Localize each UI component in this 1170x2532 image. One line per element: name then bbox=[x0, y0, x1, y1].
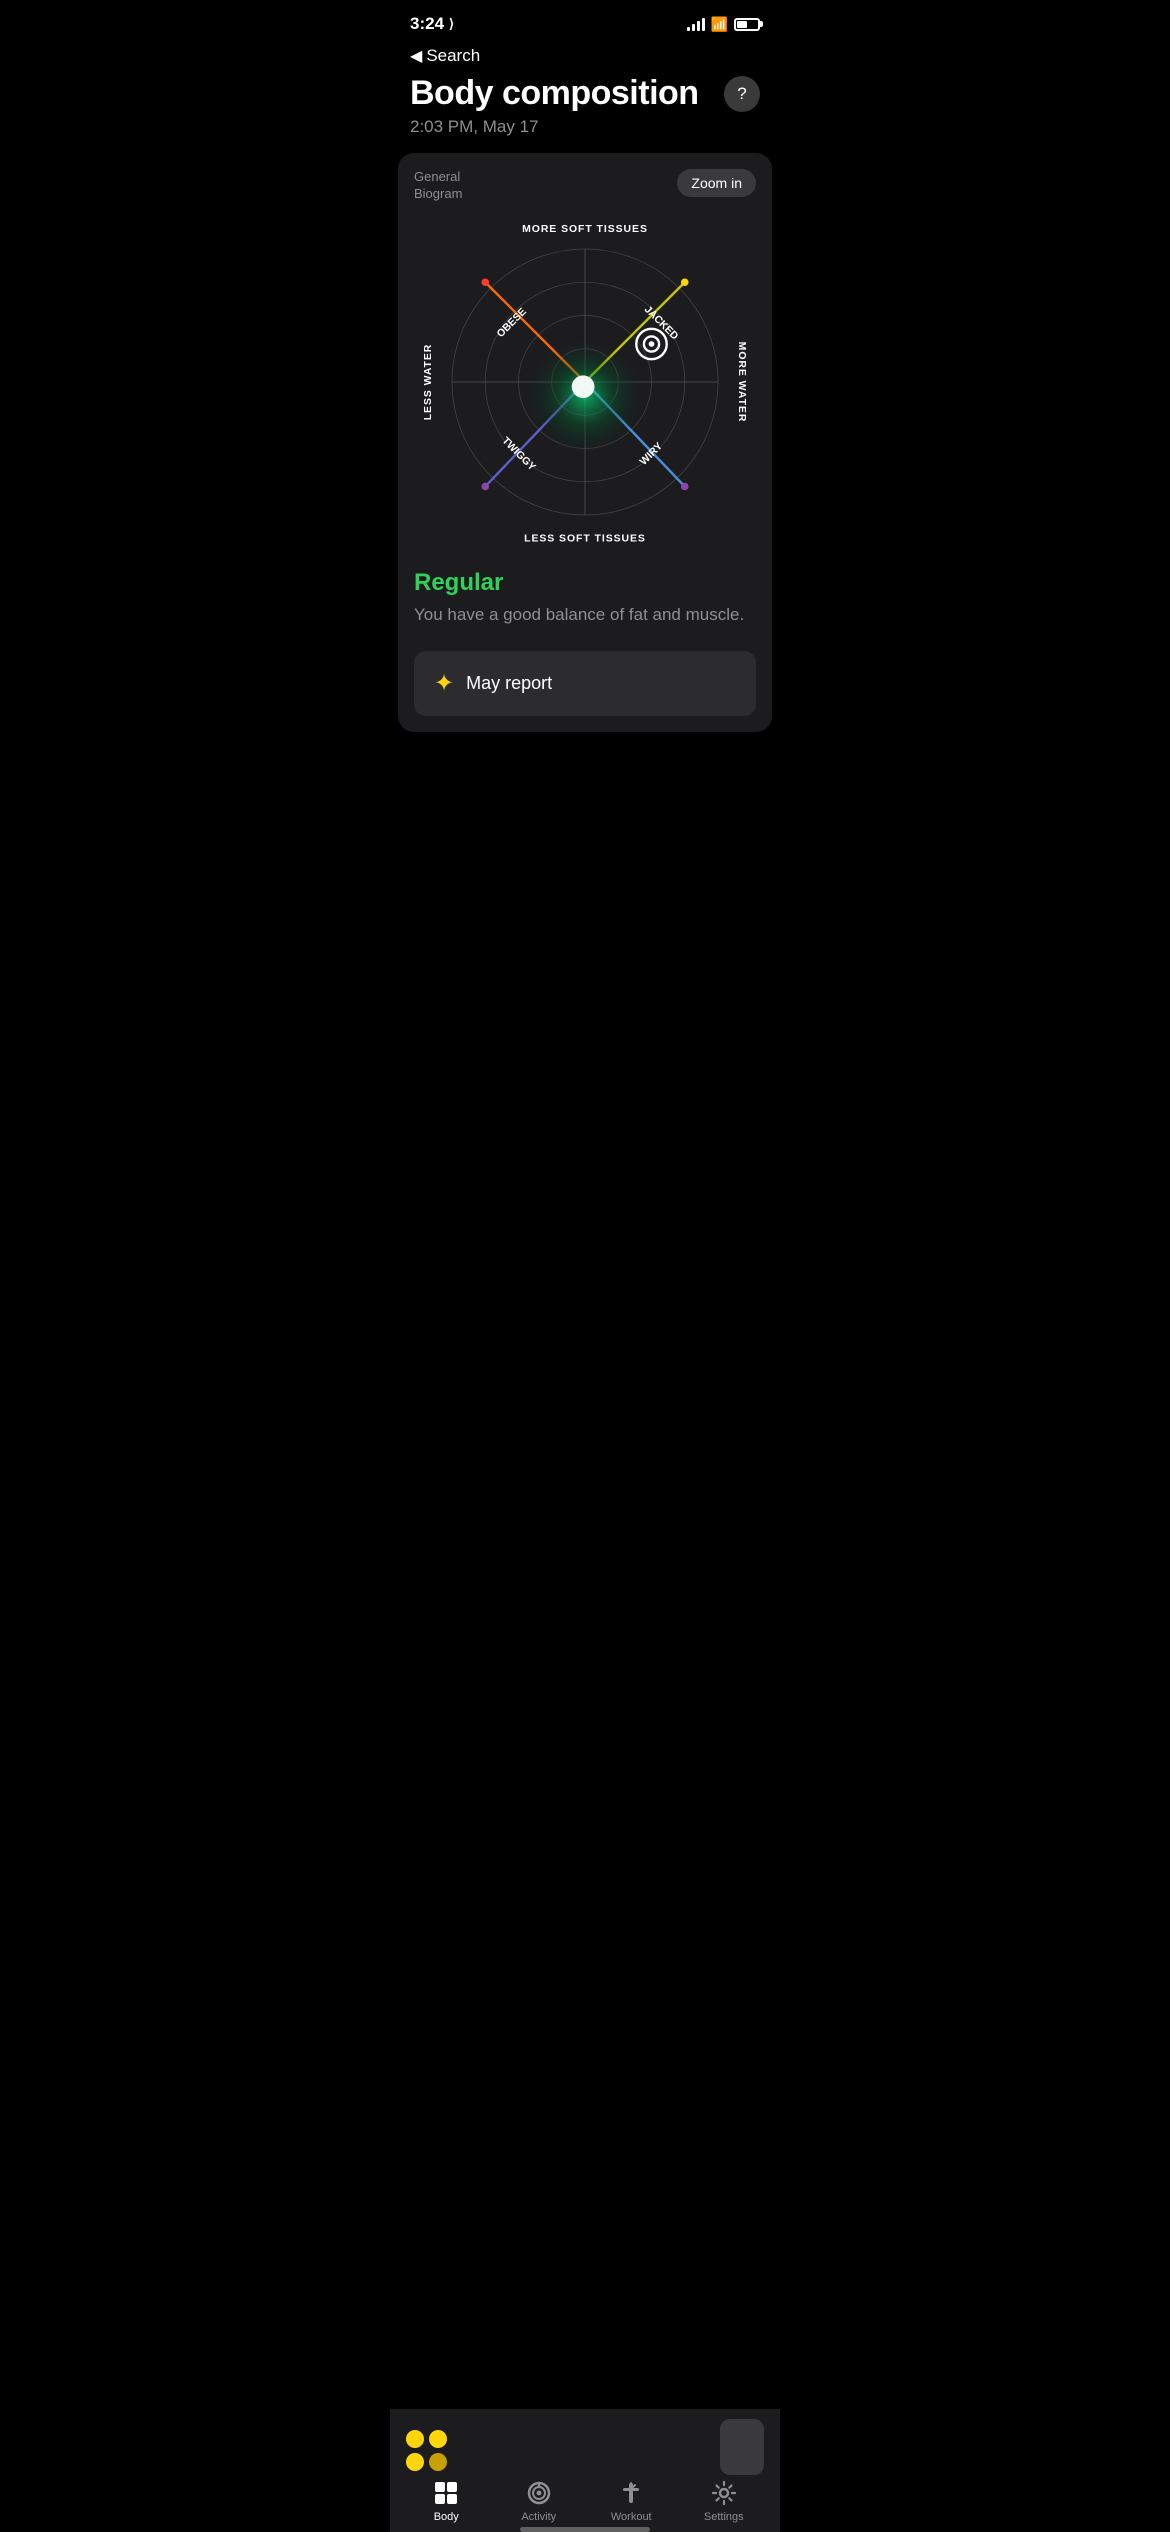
svg-text:LESS WATER: LESS WATER bbox=[423, 343, 434, 420]
wifi-icon: 📶 bbox=[711, 16, 728, 33]
nav-item-body[interactable]: Body bbox=[411, 2479, 481, 2523]
location-icon: ⟩ bbox=[449, 16, 454, 32]
svg-text:WIRY: WIRY bbox=[638, 441, 665, 468]
page-title: Body composition bbox=[410, 74, 699, 113]
sparkle-icon: ✦ bbox=[434, 669, 454, 698]
mini-card bbox=[720, 2419, 764, 2475]
result-description: You have a good balance of fat and muscl… bbox=[414, 603, 756, 627]
svg-text:MORE WATER: MORE WATER bbox=[736, 341, 747, 422]
result-title: Regular bbox=[414, 569, 756, 597]
report-button[interactable]: ✦ May report bbox=[414, 651, 756, 716]
yellow-dots-decoration bbox=[406, 2430, 447, 2471]
report-button-label: May report bbox=[466, 673, 552, 694]
nav-label-body: Body bbox=[434, 2511, 459, 2523]
nav-label-workout: Workout bbox=[611, 2511, 652, 2523]
biogram-header: GeneralBiogram Zoom in bbox=[414, 169, 756, 203]
bottom-nav-wrapper: Body Activity W bbox=[390, 2409, 780, 2532]
signal-bars bbox=[687, 17, 705, 31]
page-header: ◀ Search Body composition ? 2:03 PM, May… bbox=[390, 42, 780, 153]
nav-item-activity[interactable]: Activity bbox=[504, 2479, 574, 2523]
svg-text:OBESE: OBESE bbox=[495, 306, 529, 340]
radar-chart: MORE SOFT TISSUES LESS SOFT TISSUES LESS… bbox=[414, 211, 756, 553]
result-section: Regular You have a good balance of fat a… bbox=[414, 553, 756, 635]
activity-icon bbox=[525, 2479, 553, 2507]
body-icon bbox=[432, 2479, 460, 2507]
nav-item-workout[interactable]: Workout bbox=[596, 2479, 666, 2523]
main-card: GeneralBiogram Zoom in bbox=[398, 153, 772, 732]
back-arrow-icon: ◀ bbox=[410, 46, 422, 66]
battery-icon bbox=[734, 18, 760, 31]
back-button[interactable]: ◀ Search bbox=[410, 46, 760, 66]
status-time: 3:24 ⟩ bbox=[410, 14, 454, 34]
workout-icon bbox=[617, 2479, 645, 2507]
help-button[interactable]: ? bbox=[724, 76, 760, 112]
back-label: Search bbox=[426, 46, 480, 66]
nav-item-settings[interactable]: Settings bbox=[689, 2479, 759, 2523]
biogram-label: GeneralBiogram bbox=[414, 169, 462, 203]
nav-decoration bbox=[390, 2409, 780, 2479]
zoom-in-button[interactable]: Zoom in bbox=[677, 169, 756, 197]
status-bar: 3:24 ⟩ 📶 bbox=[390, 0, 780, 42]
svg-text:TWIGGY: TWIGGY bbox=[500, 435, 538, 473]
nav-label-settings: Settings bbox=[704, 2511, 744, 2523]
status-icons: 📶 bbox=[687, 16, 760, 33]
svg-text:LESS SOFT TISSUES: LESS SOFT TISSUES bbox=[524, 533, 646, 544]
bottom-nav: Body Activity W bbox=[390, 2479, 780, 2523]
home-indicator bbox=[390, 2523, 780, 2532]
page-subtitle: 2:03 PM, May 17 bbox=[410, 117, 760, 137]
nav-label-activity: Activity bbox=[521, 2511, 556, 2523]
settings-icon bbox=[710, 2479, 738, 2507]
home-bar bbox=[520, 2527, 650, 2532]
svg-text:MORE SOFT TISSUES: MORE SOFT TISSUES bbox=[522, 224, 648, 235]
